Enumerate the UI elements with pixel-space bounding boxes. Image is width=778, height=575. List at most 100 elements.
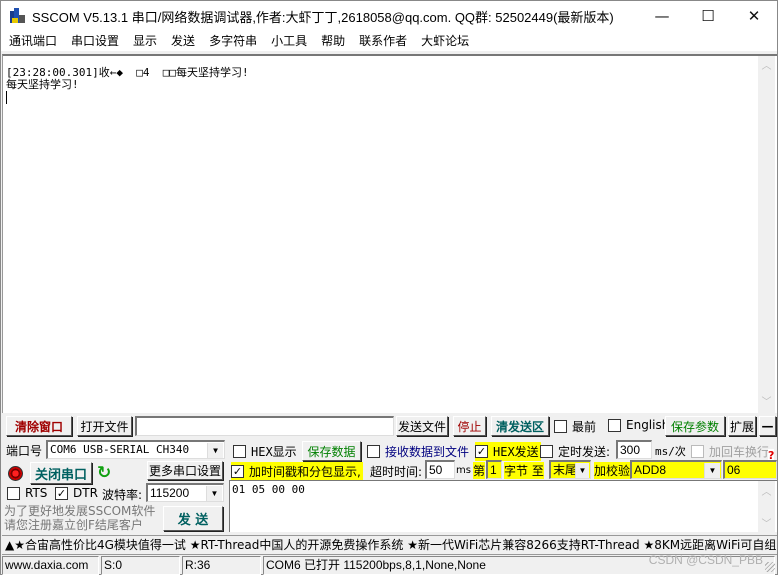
open-file-button[interactable]: 打开文件 [77,416,132,436]
expand-button[interactable]: 扩展 [728,416,756,436]
timed-interval-input[interactable]: 300 [616,440,652,459]
byte-to-label: 字节 至 [504,462,544,479]
dtr-checkbox[interactable]: ✓ DTR [55,486,98,500]
dropdown-arrow-icon[interactable]: ▼ [704,463,720,478]
checkbox-box-checked[interactable]: ✓ [475,445,488,458]
english-checkbox[interactable]: English [608,418,669,432]
send-button[interactable]: 发 送 [163,506,223,531]
scroll-down-icon[interactable]: ﹀ [758,394,775,411]
send-text: 01 05 00 00 [232,483,305,496]
checkbox-box-checked[interactable]: ✓ [55,486,68,500]
checksum-label: 加校验 [594,462,631,479]
menu-forum[interactable]: 大虾论坛 [414,31,476,51]
rts-checkbox[interactable]: RTS [7,486,47,500]
hex-display-label: HEX显示 [251,445,297,459]
file-path-input[interactable] [135,416,394,436]
dtr-label: DTR [73,486,98,500]
promo-text: 为了更好地发展SSCOM软件 请您注册嘉立创F结尾客户 [4,504,155,532]
menu-multi-string[interactable]: 多字符串 [202,31,264,51]
checkbox-box[interactable] [691,445,704,458]
baud-select[interactable]: 115200 ▼ [146,483,224,502]
status-sent-count: S:0 [101,556,180,575]
dropdown-arrow-icon[interactable]: ▼ [206,486,222,501]
checkbox-box[interactable] [540,445,553,458]
send-scrollbar[interactable]: ︿ ﹀ [758,481,775,532]
hex-display-checkbox[interactable]: HEX显示 [233,443,297,460]
promo-line: 为了更好地发展SSCOM软件 [4,504,156,518]
checkbox-box[interactable] [554,420,567,433]
menu-send[interactable]: 发送 [164,31,202,51]
add-crlf-checkbox[interactable]: 加回车换行 [691,443,769,460]
baud-label: 波特率: [102,488,143,502]
timed-send-checkbox[interactable]: 定时发送: [540,443,610,460]
scroll-up-icon[interactable]: ︿ [758,58,775,75]
receive-line: 每天坚持学习! [6,78,79,91]
checksum-result: 06 [723,460,777,479]
stop-button[interactable]: 停止 [453,416,486,436]
sscom-window: SSCOM V5.13.1 串口/网络数据调试器,作者:大虾丁丁,2618058… [0,0,778,575]
timestamp-label: 加时间戳和分包显示, [249,465,361,479]
title-bar: SSCOM V5.13.1 串口/网络数据调试器,作者:大虾丁丁,2618058… [1,1,777,31]
hex-send-checkbox[interactable]: ✓ HEX发送 [475,442,541,461]
english-label: English [626,418,670,432]
menu-display[interactable]: 显示 [126,31,164,51]
send-file-button[interactable]: 发送文件 [396,416,448,436]
menu-port-settings[interactable]: 串口设置 [64,31,126,51]
rts-label: RTS [25,486,48,500]
save-data-button[interactable]: 保存数据 [302,441,361,461]
watermark: CSDN @CSDN_PBB [648,553,763,567]
port-value: COM6 USB-SERIAL CH340 [50,443,190,456]
baud-value: 115200 [150,486,190,500]
minimize-button[interactable]: — [639,1,685,31]
receive-text: [23:28:00.301]收←◆ □4 □□每天坚持学习! 每天坚持学习! [6,67,249,104]
checksum-value: ADD8 [634,463,667,477]
menu-tools[interactable]: 小工具 [264,31,314,51]
timed-send-label: 定时发送: [558,445,611,459]
port-status-led-icon [8,466,23,481]
close-port-button[interactable]: 关闭串口 [30,462,92,484]
checkbox-box[interactable] [367,445,380,458]
port-select[interactable]: COM6 USB-SERIAL CH340 ▼ [46,440,225,459]
save-params-button[interactable]: 保存参数 [665,416,725,436]
status-website[interactable]: www.daxia.com [2,556,99,575]
topmost-label: 最前 [572,420,597,434]
ad-ticker[interactable]: ▲★合宙高性价比4G模块值得一试 ★RT-Thread中国人的开源免费操作系统 … [2,535,777,555]
close-button[interactable]: ✕ [731,1,777,31]
byte-to-select[interactable]: 末尾 ▼ [549,460,591,479]
checksum-select[interactable]: ADD8 ▼ [630,460,722,479]
byte-from-input[interactable]: 1 [486,460,502,479]
maximize-button[interactable]: ☐ [685,1,731,31]
timeout-unit-label: ms [456,465,471,476]
byte-to-value: 末尾 [553,463,578,477]
menu-help[interactable]: 帮助 [314,31,352,51]
add-crlf-label: 加回车换行 [709,445,770,459]
clear-send-button[interactable]: 清发送区 [491,416,549,436]
timed-unit-label: ms/次 [655,445,686,458]
hex-send-label: HEX发送 [493,445,539,459]
checkbox-box[interactable] [233,445,246,458]
menu-contact-author[interactable]: 联系作者 [352,31,414,51]
scroll-down-icon[interactable]: ﹀ [758,515,775,530]
menu-comm-port[interactable]: 通讯端口 [2,31,64,51]
send-area[interactable]: 01 05 00 00 ︿ ﹀ [229,480,777,532]
resize-grip-icon[interactable] [765,562,775,572]
timestamp-checkbox[interactable]: ✓ 加时间戳和分包显示, [231,462,363,481]
recv-to-file-checkbox[interactable]: 接收数据到文件 [367,443,469,460]
receive-area[interactable]: [23:28:00.301]收←◆ □4 □□每天坚持学习! 每天坚持学习! ︿… [2,54,777,413]
refresh-icon[interactable]: ↻ [97,463,111,483]
scroll-up-icon[interactable]: ︿ [758,483,775,498]
byte-from-label: 第 [473,462,486,479]
timeout-label: 超时时间: [370,465,423,479]
receive-scrollbar[interactable]: ︿ ﹀ [758,56,775,413]
clear-window-button[interactable]: 清除窗口 [6,416,72,436]
dropdown-arrow-icon[interactable]: ▼ [207,443,223,458]
checkbox-box[interactable] [7,486,20,500]
checkbox-box-checked[interactable]: ✓ [231,465,244,478]
more-port-settings-button[interactable]: 更多串口设置 [147,461,223,480]
checkbox-box[interactable] [608,418,621,432]
dropdown-arrow-icon[interactable]: ▼ [575,463,589,478]
topmost-checkbox[interactable]: 最前 [554,418,596,435]
window-title: SSCOM V5.13.1 串口/网络数据调试器,作者:大虾丁丁,2618058… [32,9,614,25]
collapse-button[interactable]: — [759,416,776,436]
timeout-input[interactable]: 50 [425,460,455,479]
